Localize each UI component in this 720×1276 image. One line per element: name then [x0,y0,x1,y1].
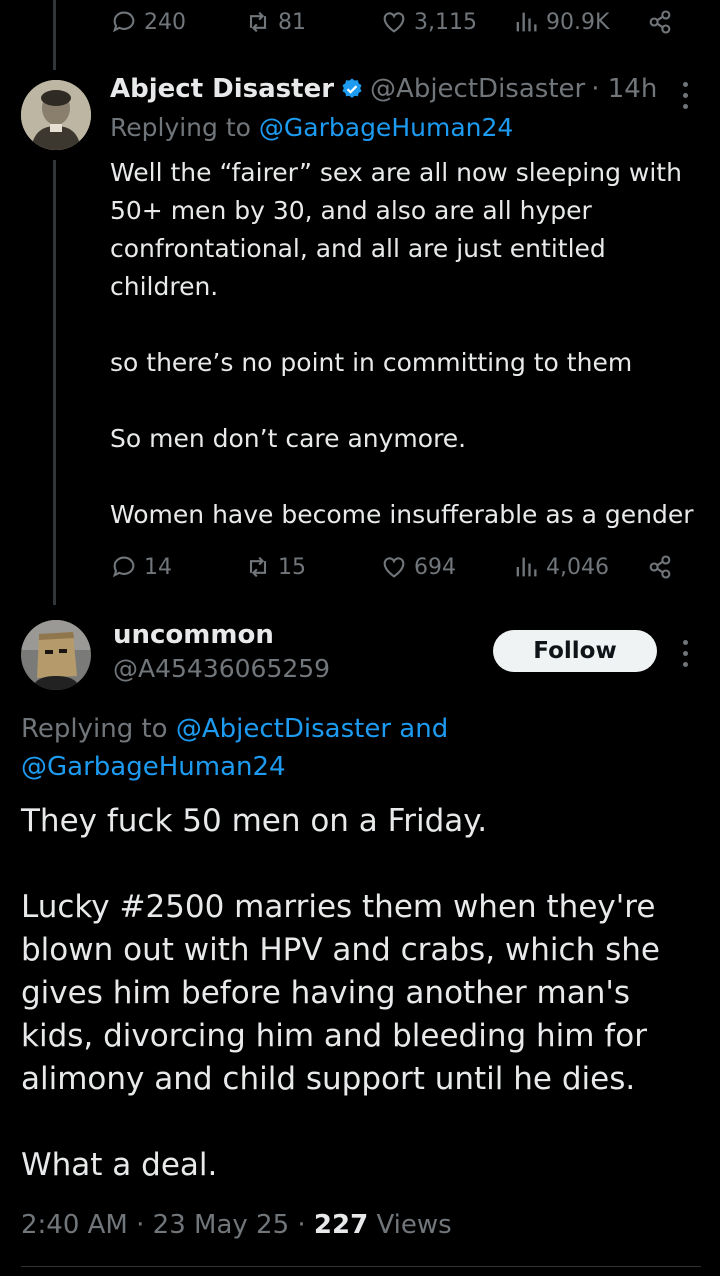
tweet-paragraph: Well the “fairer” sex are all now sleepi… [110,158,682,301]
tweet-paragraph: Women have become insufferable as a gend… [110,500,694,529]
replying-to-link[interactable]: @AbjectDisaster [176,714,391,744]
repost-icon [249,556,267,578]
main-tweet-body: They fuck 50 men on a Friday. Lucky #250… [21,800,701,1187]
tweet-header: Abject Disaster @AbjectDisaster · 14h [110,74,657,104]
repost-button[interactable]: 15 [244,553,306,581]
separator-dot: · [297,1210,306,1240]
repost-count: 15 [278,554,306,580]
handle[interactable]: @A45436065259 [113,654,330,683]
reply-button[interactable]: 240 [110,8,186,36]
like-count: 694 [414,554,456,580]
tweet-paragraph: What a deal. [21,1147,218,1183]
views-button[interactable]: 90.9K [512,8,609,36]
handle[interactable]: @AbjectDisaster [370,74,585,104]
thread-line-top [53,0,56,70]
tweet-paragraph: so there’s no point in committing to the… [110,348,633,377]
views-label: Views [376,1210,452,1240]
tweet-date[interactable]: 23 May 25 [153,1210,289,1240]
tweet-time[interactable]: 2:40 AM [21,1210,128,1240]
display-name[interactable]: uncommon [113,620,274,650]
avatar-abject-disaster[interactable] [21,80,91,150]
replying-to-link[interactable]: @GarbageHuman24 [259,113,513,142]
follow-button[interactable]: Follow [493,630,657,672]
reply-icon [112,11,135,33]
timestamp[interactable]: · 14h [591,74,657,104]
reply-count: 240 [144,9,186,35]
share-button[interactable] [646,553,674,581]
views-number: 227 [313,1210,369,1240]
heart-icon [383,557,405,578]
share-button[interactable] [646,8,674,36]
views-icon [516,557,537,577]
reply-icon [112,556,135,578]
divider [21,1266,701,1267]
thread-line-bottom [53,160,56,605]
follow-label: Follow [533,638,617,664]
display-name[interactable]: Abject Disaster [110,74,334,104]
tweet-paragraph: Lucky #2500 marries them when they're bl… [21,889,660,1097]
reply-count: 14 [144,554,172,580]
share-icon [649,10,671,34]
separator-dot: · [136,1210,145,1240]
replying-prefix: Replying to [110,113,251,142]
views-icon [516,12,537,32]
like-button[interactable]: 3,115 [380,8,477,36]
tweet-meta: 2:40 AM · 23 May 25 · 227 Views [21,1210,452,1240]
replying-prefix: Replying to [21,714,168,744]
reply-tweet-body: Well the “fairer” sex are all now sleepi… [110,154,702,534]
views-count: 90.9K [546,9,610,35]
like-count: 3,115 [414,9,477,35]
share-icon [649,555,671,579]
replying-and: and [399,714,449,744]
more-options-icon[interactable] [680,82,690,115]
repost-button[interactable]: 81 [244,8,306,36]
tweet-paragraph: So men don’t care anymore. [110,424,467,453]
repost-icon [249,11,267,33]
views-button[interactable]: 4,046 [512,553,609,581]
heart-icon [383,12,405,33]
views-count: 4,046 [546,554,609,580]
avatar-uncommon[interactable] [21,620,91,690]
replying-to-line: Replying to @GarbageHuman24 [110,113,513,142]
replying-to-line: Replying to @AbjectDisaster and @Garbage… [21,710,541,786]
repost-count: 81 [278,9,306,35]
more-options-icon[interactable] [680,640,690,673]
tweet-paragraph: They fuck 50 men on a Friday. [21,803,488,839]
replying-to-link[interactable]: @GarbageHuman24 [21,752,286,782]
verified-badge-icon [342,78,362,98]
reply-button[interactable]: 14 [110,553,172,581]
like-button[interactable]: 694 [380,553,456,581]
